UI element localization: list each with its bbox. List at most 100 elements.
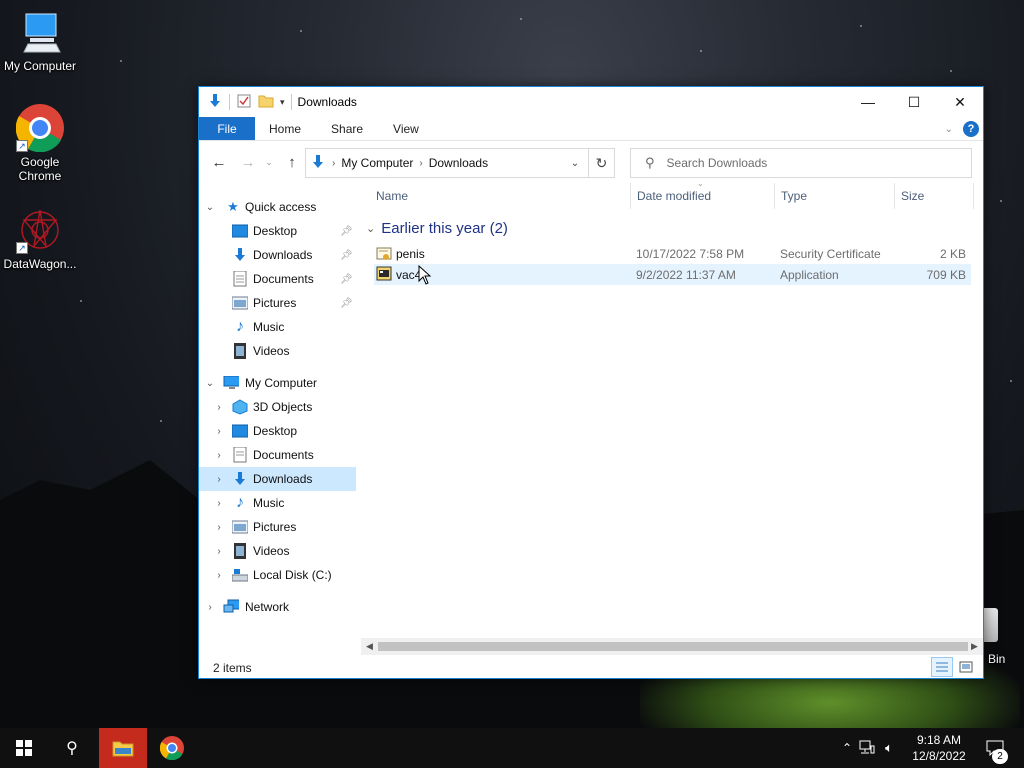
breadcrumb-downloads[interactable]: Downloads	[429, 156, 488, 170]
large-icons-view-button[interactable]	[955, 657, 977, 677]
nav-quick-access[interactable]: ⌄ ★ Quick access	[199, 195, 356, 219]
tab-view[interactable]: View	[378, 117, 434, 140]
nav-documents[interactable]: › Documents	[199, 443, 356, 467]
chevron-right-icon[interactable]: ›	[213, 402, 225, 413]
nav-videos[interactable]: › Videos	[199, 539, 356, 563]
drive-icon	[232, 567, 248, 583]
show-hidden-icons-icon[interactable]: ⌃	[838, 741, 856, 755]
desktop-icon-datawagon[interactable]: ↗ DataWagon...	[0, 206, 80, 271]
new-folder-icon[interactable]	[258, 93, 274, 112]
scroll-left-icon[interactable]: ◀	[361, 638, 378, 655]
nav-local-disk[interactable]: › Local Disk (C:)	[199, 563, 356, 587]
nav-qa-videos[interactable]: Videos	[199, 339, 356, 363]
taskbar-file-explorer[interactable]	[99, 728, 147, 768]
recycle-bin-icon[interactable]	[984, 608, 998, 642]
nav-downloads[interactable]: › Downloads	[199, 467, 356, 491]
back-button[interactable]: ←	[207, 154, 231, 171]
chevron-right-icon[interactable]: ›	[204, 602, 216, 613]
group-header[interactable]: ⌄ Earlier this year (2)	[364, 216, 508, 240]
file-name: penis	[396, 246, 425, 261]
column-divider[interactable]	[774, 183, 775, 209]
chevron-right-icon[interactable]: ›	[213, 450, 225, 461]
pin-icon[interactable]: 📌︎	[340, 274, 353, 285]
desktop-icon-google-chrome[interactable]: ↗ Google Chrome	[0, 104, 80, 183]
chevron-down-icon[interactable]: ⌄	[366, 222, 375, 235]
minimize-button[interactable]: —	[845, 87, 891, 117]
properties-icon[interactable]	[236, 93, 252, 112]
address-bar[interactable]: › My Computer › Downloads ⌄	[305, 148, 589, 178]
pin-icon[interactable]: 📌︎	[340, 298, 353, 309]
desktop-icon-my-computer[interactable]: My Computer	[0, 8, 80, 73]
nav-qa-downloads[interactable]: Downloads 📌︎	[199, 243, 356, 267]
qat-dropdown-icon[interactable]: ▾	[280, 97, 285, 108]
music-note-icon: ♪	[236, 318, 244, 335]
column-divider[interactable]	[973, 183, 974, 209]
monitor-icon	[16, 8, 64, 56]
taskbar-chrome[interactable]	[148, 728, 196, 768]
start-button[interactable]	[0, 728, 48, 768]
expand-ribbon-icon[interactable]: ⌄	[945, 124, 953, 135]
close-button[interactable]: ✕	[937, 87, 983, 117]
nav-network[interactable]: › Network	[199, 595, 356, 619]
title-bar[interactable]: ▾ Downloads — ☐ ✕	[199, 87, 983, 117]
column-header-type[interactable]: Type	[781, 183, 807, 209]
maximize-button[interactable]: ☐	[891, 87, 937, 117]
nav-qa-desktop[interactable]: Desktop 📌︎	[199, 219, 356, 243]
details-view-icon	[936, 662, 948, 672]
pin-icon[interactable]: 📌︎	[340, 226, 353, 237]
chevron-right-icon[interactable]: ›	[213, 546, 225, 557]
chevron-right-icon[interactable]: ›	[213, 522, 225, 533]
chevron-right-icon[interactable]: ›	[213, 474, 225, 485]
refresh-button[interactable]: ↻	[589, 148, 615, 178]
large-icons-view-icon	[959, 661, 973, 673]
column-divider[interactable]	[894, 183, 895, 209]
search-input[interactable]: ⚲ Search Downloads	[630, 148, 972, 178]
column-header-name[interactable]: Name	[376, 183, 408, 209]
search-placeholder: Search Downloads	[666, 156, 768, 170]
action-center-button[interactable]: 2	[980, 728, 1010, 768]
recent-locations-icon[interactable]: ⌄	[257, 157, 281, 168]
sort-indicator-icon: ⌄	[697, 179, 704, 188]
nav-desktop[interactable]: › Desktop	[199, 419, 356, 443]
horizontal-scrollbar[interactable]: ◀ ▶	[361, 638, 983, 655]
chevron-right-icon[interactable]: ›	[213, 426, 225, 437]
chevron-down-icon[interactable]: ⌄	[204, 378, 216, 389]
help-icon[interactable]: ?	[963, 121, 979, 137]
chevron-right-icon[interactable]: ›	[213, 570, 225, 581]
tab-home[interactable]: Home	[255, 117, 316, 140]
toolbar-divider	[229, 94, 230, 110]
details-view-button[interactable]	[931, 657, 953, 677]
nav-music[interactable]: › ♪ Music	[199, 491, 356, 515]
nav-qa-music[interactable]: ♪ Music	[199, 315, 356, 339]
nav-qa-documents[interactable]: Documents 📌︎	[199, 267, 356, 291]
nav-3d-objects[interactable]: › 3D Objects	[199, 395, 356, 419]
star-icon: ★	[227, 199, 239, 214]
network-icon[interactable]	[856, 740, 878, 757]
chevron-down-icon[interactable]: ⌄	[204, 202, 216, 213]
column-header-size[interactable]: Size	[901, 183, 924, 209]
up-button[interactable]: ↑	[280, 154, 304, 171]
nav-label: Network	[245, 600, 290, 614]
nav-my-computer[interactable]: ⌄ My Computer	[199, 371, 356, 395]
group-label: Earlier this year (2)	[381, 219, 508, 237]
file-row-selected[interactable]: vac4 9/2/2022 11:37 AM Application 709 K…	[374, 264, 971, 285]
tab-file[interactable]: File	[199, 117, 255, 140]
clock[interactable]: 9:18 AM 12/8/2022	[904, 732, 974, 764]
videos-icon	[232, 343, 248, 359]
volume-icon[interactable]: 🔈︎	[878, 740, 900, 756]
nav-label: Quick access	[245, 200, 317, 214]
nav-pictures[interactable]: › Pictures	[199, 515, 356, 539]
breadcrumb-my-computer[interactable]: My Computer	[341, 156, 413, 170]
search-button[interactable]: ⚲	[48, 728, 96, 768]
nav-qa-pictures[interactable]: Pictures 📌︎	[199, 291, 356, 315]
pin-icon[interactable]: 📌︎	[340, 250, 353, 261]
address-dropdown-icon[interactable]: ⌄	[562, 149, 588, 177]
chevron-right-icon[interactable]: ›	[213, 498, 225, 509]
scroll-right-icon[interactable]: ▶	[966, 638, 983, 655]
tab-share[interactable]: Share	[316, 117, 378, 140]
column-divider[interactable]	[630, 183, 631, 209]
download-arrow-icon	[232, 247, 248, 263]
file-row[interactable]: penis 10/17/2022 7:58 PM Security Certif…	[374, 243, 971, 264]
nav-label: 3D Objects	[253, 400, 313, 414]
scrollbar-thumb[interactable]	[378, 642, 968, 651]
